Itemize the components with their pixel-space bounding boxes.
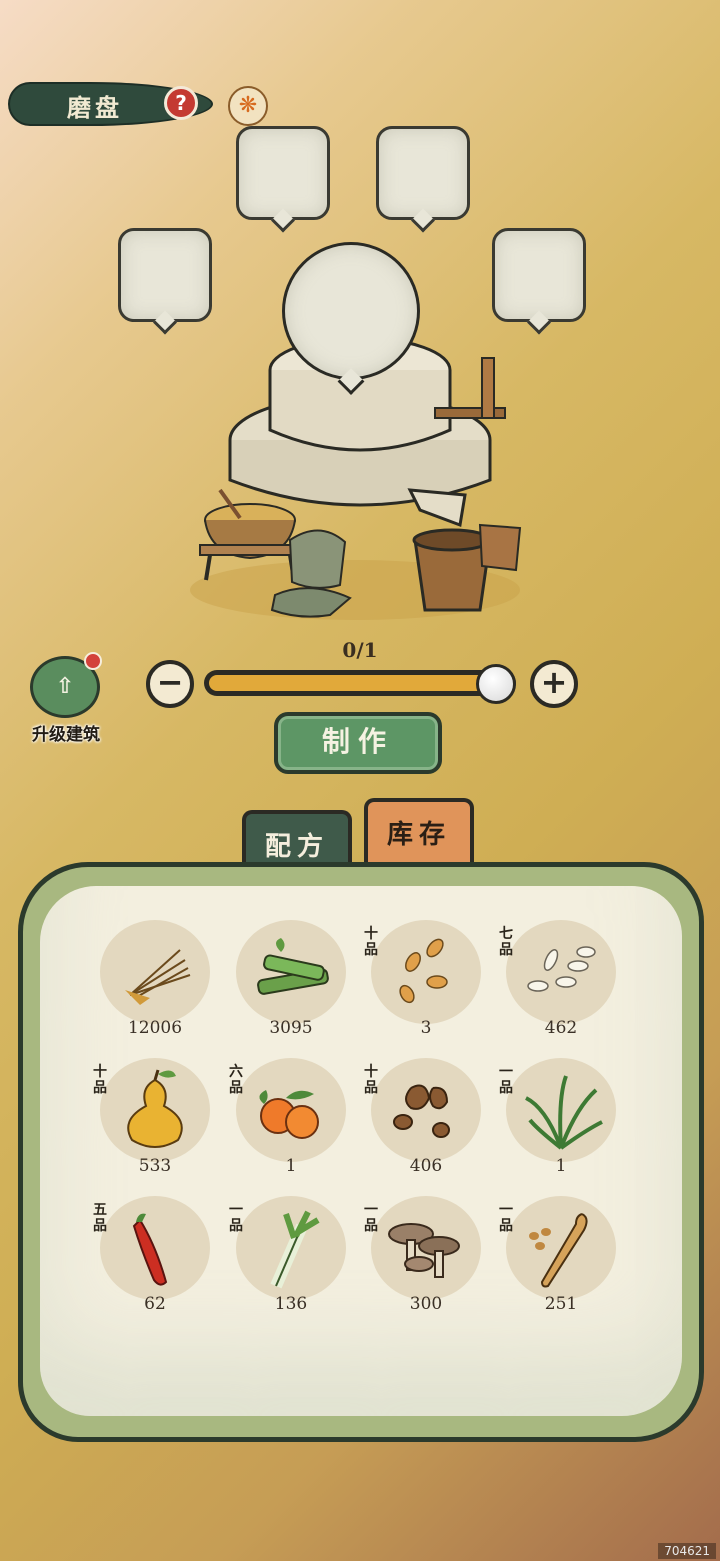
inventory-item[interactable]: 十品 406 (364, 1058, 481, 1188)
seeds-icon (399, 938, 448, 1004)
inventory-item[interactable]: 十品 3 (364, 920, 481, 1050)
item-count: 462 (544, 1018, 578, 1038)
inventory-item[interactable]: 12006 (100, 920, 210, 1050)
item-grade: 五品 (93, 1202, 107, 1234)
ingredient-slot-right[interactable] (492, 228, 586, 322)
inventory-item[interactable]: 一品 300 (364, 1196, 481, 1326)
building-title: 磨盘 (67, 93, 123, 122)
item-count: 3095 (269, 1018, 313, 1038)
chili-icon (132, 1213, 168, 1286)
scallion-icon (270, 1210, 320, 1289)
item-count: 300 (409, 1294, 443, 1314)
inventory-item[interactable]: 十品 533 (93, 1058, 210, 1188)
inventory-item[interactable]: 七品 462 (499, 920, 616, 1050)
item-count: 136 (274, 1294, 308, 1314)
help-icon[interactable]: ? (164, 86, 198, 120)
increase-button[interactable]: + (530, 660, 578, 708)
inventory-item[interactable]: 3095 (236, 920, 346, 1050)
mushroom-icon (388, 1223, 460, 1278)
slider-fill (209, 675, 511, 691)
root-icon (529, 1213, 588, 1288)
item-grade: 一品 (364, 1202, 378, 1234)
item-grade: 七品 (499, 926, 513, 958)
item-count: 3 (420, 1018, 432, 1038)
product-slot[interactable] (282, 242, 420, 380)
item-grade: 六品 (229, 1064, 243, 1096)
item-count: 251 (544, 1294, 578, 1314)
straw-icon (125, 949, 191, 1005)
quantity-slider[interactable] (204, 670, 516, 696)
item-grade: 一品 (229, 1202, 243, 1234)
decrease-button[interactable]: − (146, 660, 194, 708)
item-grade: 十品 (364, 926, 378, 958)
inventory-item[interactable]: 五品 62 (93, 1196, 210, 1326)
item-grade: 十品 (364, 1064, 378, 1096)
ingredient-slot-left[interactable] (118, 228, 212, 322)
inventory-item[interactable]: 六品 1 (229, 1058, 346, 1188)
orange-icon (259, 1090, 319, 1139)
upgrade-icon: ⇧ (55, 674, 75, 699)
nuts-icon (393, 1084, 450, 1138)
item-count: 533 (138, 1156, 172, 1176)
item-count: 62 (144, 1294, 166, 1314)
item-count: 1 (555, 1156, 567, 1176)
inventory-item[interactable]: 一品 251 (499, 1196, 616, 1326)
inventory-item[interactable]: 一品 1 (499, 1058, 616, 1188)
notification-badge (84, 652, 102, 670)
item-count: 1 (285, 1156, 297, 1176)
phoenix-icon[interactable]: ❋ (228, 86, 268, 126)
inventory-item[interactable]: 一品 136 (229, 1196, 346, 1326)
slider-handle[interactable] (476, 664, 516, 704)
bamboo-icon (257, 938, 329, 995)
item-grade: 一品 (499, 1202, 513, 1234)
item-count: 406 (409, 1156, 443, 1176)
craft-button[interactable]: 制作 (274, 712, 442, 774)
grass-icon (525, 1075, 603, 1150)
ingredient-slot-top-right[interactable] (376, 126, 470, 220)
pear-icon (127, 1069, 183, 1148)
item-grade: 一品 (499, 1064, 513, 1096)
watermark-id: 704621 (658, 1543, 716, 1559)
item-count: 12006 (127, 1018, 183, 1038)
upgrade-building-label: 升级建筑 (32, 725, 100, 745)
ingredient-slot-top-left[interactable] (236, 126, 330, 220)
item-grade: 十品 (93, 1064, 107, 1096)
rice-icon (527, 946, 596, 992)
production-count: 0/1 (342, 638, 378, 662)
